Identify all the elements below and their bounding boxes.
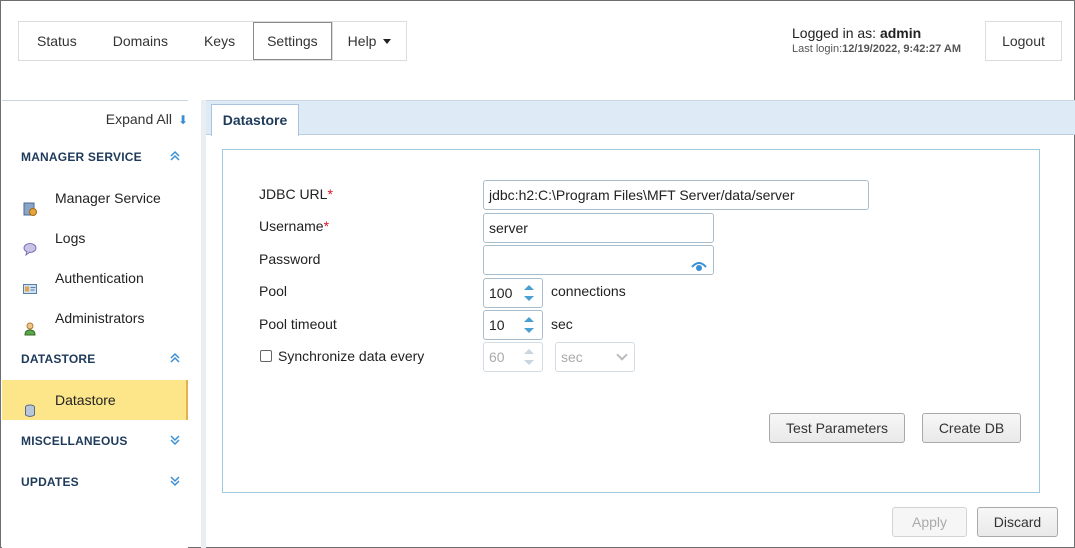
username-label: Username* (259, 218, 330, 234)
eye-icon[interactable] (691, 254, 707, 271)
pool-label: Pool (259, 283, 288, 299)
synchronize-label: Synchronize data every (278, 348, 425, 364)
pool-timeout-label: Pool timeout (259, 316, 337, 332)
app-window: Status Domains Keys Settings Help Logged… (0, 0, 1075, 548)
nav-help[interactable]: Help (331, 22, 407, 60)
sidebar-divider (201, 100, 206, 548)
sidebar-item-datastore[interactable]: Datastore (2, 380, 188, 420)
expand-all-button[interactable]: Expand All ⬇ (106, 111, 188, 127)
pool-timeout-unit: sec (551, 316, 573, 332)
pool-stepper[interactable]: 100 (483, 278, 543, 308)
speech-bubble-icon (23, 231, 37, 257)
nav-settings[interactable]: Settings (253, 22, 332, 60)
create-db-button[interactable]: Create DB (922, 413, 1021, 443)
sidebar: Expand All ⬇ MANAGER SERVICE Manager Serv… (2, 100, 188, 548)
double-chevron-down-icon (169, 475, 181, 490)
id-card-icon (23, 271, 37, 294)
logout-button[interactable]: Logout (985, 21, 1062, 61)
sidebar-item-manager-service[interactable]: Manager Service (2, 178, 188, 218)
tab-bar (206, 100, 1075, 135)
caret-down-icon (383, 39, 392, 44)
top-nav: Status Domains Keys Settings Help (18, 21, 408, 61)
sidebar-item-logs[interactable]: Logs (2, 218, 188, 258)
double-chevron-up-icon (169, 150, 181, 165)
chevron-down-icon (616, 349, 628, 361)
section-datastore[interactable]: DATASTORE (21, 352, 181, 366)
spinner-arrows-icon[interactable] (520, 313, 538, 337)
logged-in-as: Logged in as: admin (792, 25, 922, 41)
tab-datastore[interactable]: Datastore (211, 104, 299, 136)
sidebar-item-administrators[interactable]: Administrators (2, 298, 188, 338)
sidebar-item-authentication[interactable]: Authentication (2, 258, 188, 298)
nav-domains[interactable]: Domains (95, 22, 186, 60)
jdbc-url-input[interactable]: jdbc:h2:C:\Program Files\MFT Server/data… (483, 180, 869, 210)
discard-button[interactable]: Discard (977, 507, 1058, 537)
jdbc-url-label: JDBC URL* (259, 186, 333, 202)
user-icon (23, 311, 37, 336)
spinner-arrows-icon[interactable] (520, 281, 538, 305)
double-chevron-down-icon: ⬇ (177, 113, 188, 127)
section-miscellaneous[interactable]: MISCELLANEOUS (21, 434, 181, 448)
double-chevron-up-icon (169, 352, 181, 367)
pool-unit: connections (551, 283, 626, 299)
login-info: Logged in as: admin Last login:12/19/202… (792, 25, 961, 57)
nav-keys[interactable]: Keys (186, 22, 253, 60)
last-login: Last login:12/19/2022, 9:42:27 AM (792, 43, 961, 55)
section-manager-service[interactable]: MANAGER SERVICE (21, 150, 181, 164)
username-input[interactable]: server (483, 213, 714, 243)
password-label: Password (259, 251, 321, 267)
apply-button[interactable]: Apply (892, 507, 967, 537)
database-icon (23, 393, 37, 417)
sync-unit-select[interactable]: sec (555, 342, 635, 372)
spinner-arrows-icon[interactable] (520, 345, 538, 369)
double-chevron-down-icon (169, 434, 181, 449)
nav-help-label: Help (347, 33, 377, 49)
pool-timeout-stepper[interactable]: 10 (483, 310, 543, 340)
password-input[interactable] (483, 245, 714, 275)
synchronize-checkbox[interactable] (260, 350, 272, 362)
section-updates[interactable]: UPDATES (21, 475, 181, 489)
sync-interval-stepper[interactable]: 60 (483, 342, 543, 372)
test-parameters-button[interactable]: Test Parameters (769, 413, 905, 443)
nav-status[interactable]: Status (19, 22, 95, 60)
server-settings-icon (23, 191, 37, 216)
username-display: admin (879, 25, 922, 41)
